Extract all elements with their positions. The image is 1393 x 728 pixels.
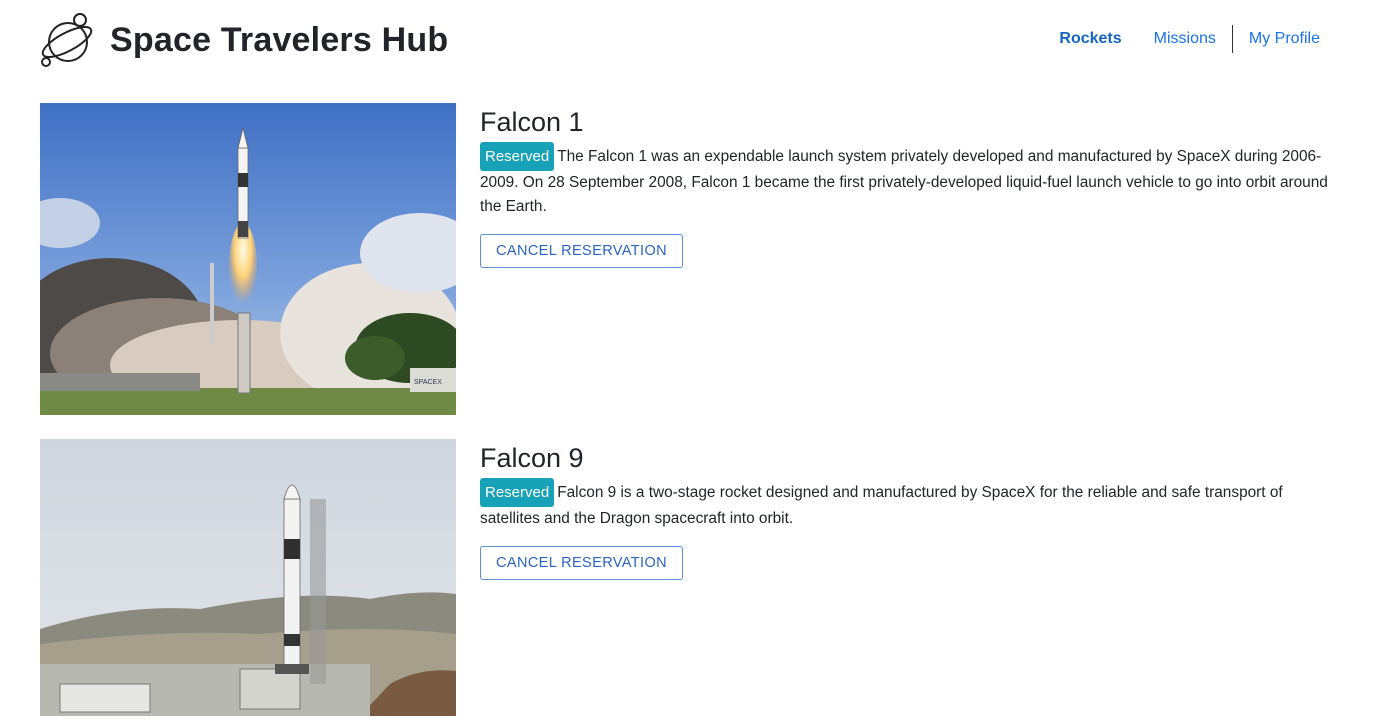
app-title: Space Travelers Hub bbox=[110, 21, 449, 59]
spacex-sign-text: SPACEX bbox=[414, 379, 442, 386]
rocket-description-text: The Falcon 1 was an expendable launch sy… bbox=[480, 148, 1328, 215]
rocket-description: Reserved The Falcon 1 was an expendable l… bbox=[480, 142, 1330, 219]
reserved-badge: Reserved bbox=[480, 142, 555, 171]
nav-link-missions[interactable]: Missions bbox=[1154, 25, 1216, 53]
planet-logo-icon[interactable] bbox=[38, 12, 96, 68]
rocket-details: Falcon 1 Reserved The Falcon 1 was an exp… bbox=[480, 103, 1330, 268]
cancel-reservation-button[interactable]: CANCEL RESERVATION bbox=[480, 234, 684, 268]
nav-divider bbox=[1231, 25, 1233, 53]
rocket-name: Falcon 9 bbox=[480, 443, 584, 473]
cancel-reservation-button[interactable]: CANCEL RESERVATION bbox=[480, 546, 684, 580]
rocket-card-falcon-9: Falcon 9 Reserved Falcon 9 is a two-stage… bbox=[40, 439, 1330, 716]
nav-link-rockets[interactable]: Rockets bbox=[1059, 25, 1121, 53]
rocket-image-falcon-1: SPACEX bbox=[40, 103, 456, 415]
rocket-details: Falcon 9 Reserved Falcon 9 is a two-stage… bbox=[480, 439, 1330, 580]
rocket-description: Reserved Falcon 9 is a two-stage rocket d… bbox=[480, 478, 1330, 531]
main-nav: Rockets Missions My Profile bbox=[1059, 25, 1320, 53]
rocket-name: Falcon 1 bbox=[480, 107, 584, 137]
app-header: Space Travelers Hub Rockets Missions My … bbox=[0, 0, 1393, 84]
reserved-badge: Reserved bbox=[480, 478, 555, 507]
nav-link-my-profile[interactable]: My Profile bbox=[1249, 25, 1320, 53]
rocket-description-text: Falcon 9 is a two-stage rocket designed … bbox=[480, 484, 1283, 527]
rocket-card-falcon-1: SPACEX Falcon 1 Reserved The Falcon 1 was… bbox=[40, 103, 1330, 415]
rocket-image-falcon-9 bbox=[40, 439, 456, 716]
